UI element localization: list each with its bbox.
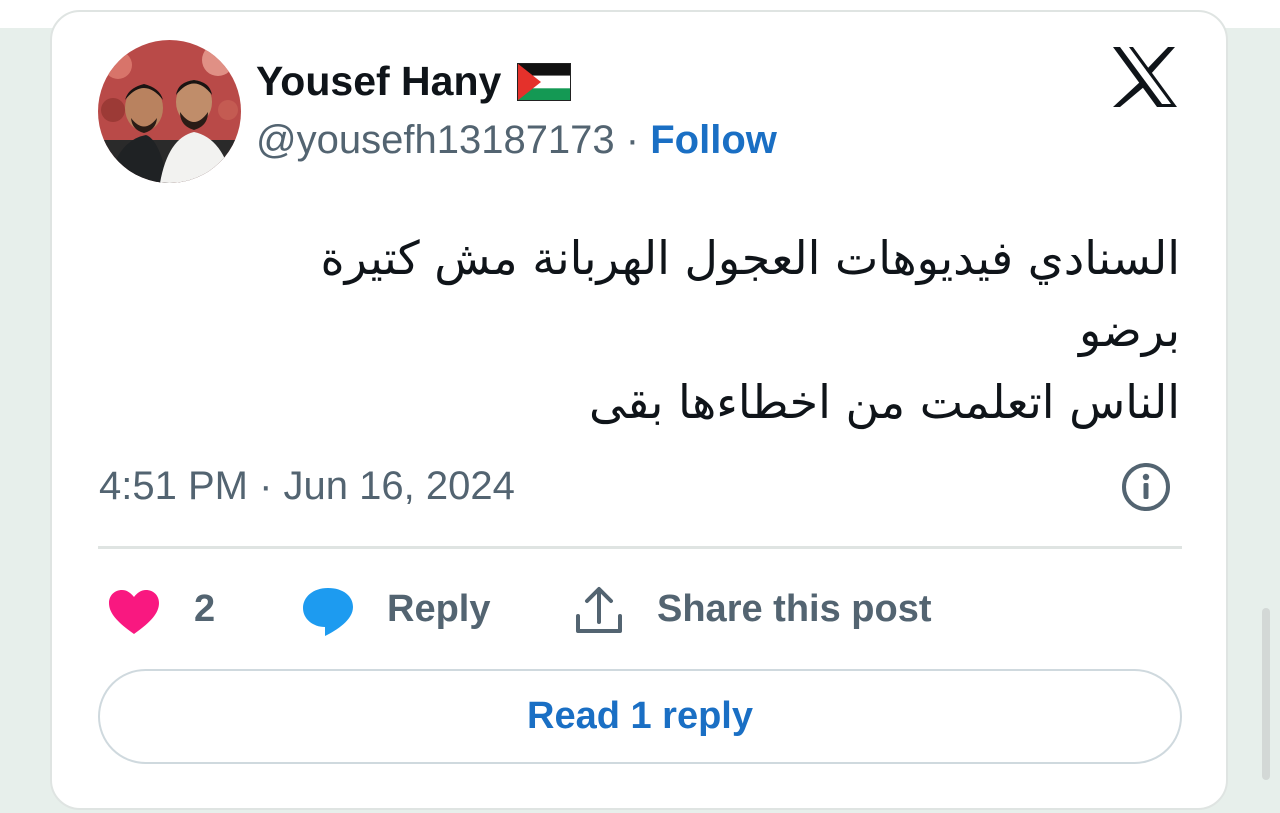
- palestine-flag-icon: [517, 62, 572, 101]
- read-replies-button[interactable]: Read 1 reply: [98, 669, 1182, 764]
- follow-button[interactable]: Follow: [650, 118, 777, 162]
- reply-bubble-icon[interactable]: [301, 586, 355, 638]
- share-button[interactable]: Share this post: [657, 588, 932, 631]
- heart-icon[interactable]: [107, 588, 161, 636]
- author-name-row[interactable]: Yousef Hany: [256, 58, 572, 105]
- handle-separator: ·: [625, 118, 640, 162]
- share-icon[interactable]: [572, 584, 626, 638]
- tweet-timestamp[interactable]: 4:51 PM · Jun 16, 2024: [99, 464, 515, 509]
- tweet-text: السنادي فيديوهات العجول الهربانة مش كتير…: [140, 222, 1180, 438]
- tweet-line: برضو: [1078, 303, 1180, 357]
- reply-button[interactable]: Reply: [387, 588, 490, 631]
- author-name[interactable]: Yousef Hany: [256, 58, 501, 105]
- divider: [98, 546, 1182, 549]
- like-count: 2: [194, 588, 216, 630]
- info-icon[interactable]: [1121, 462, 1171, 512]
- read-replies-label: Read 1 reply: [527, 695, 753, 737]
- x-logo-icon[interactable]: [1111, 46, 1179, 108]
- tweet-line: السنادي فيديوهات العجول الهربانة مش كتير…: [320, 231, 1180, 285]
- avatar[interactable]: [98, 40, 241, 183]
- action-bar: 2 Reply Share this post: [0, 584, 1280, 640]
- author-handle[interactable]: @yousefh13187173: [256, 118, 615, 162]
- tweet-line: الناس اتعلمت من اخطاءها بقى: [588, 375, 1180, 429]
- handle-row: @yousefh13187173 · Follow: [256, 118, 777, 163]
